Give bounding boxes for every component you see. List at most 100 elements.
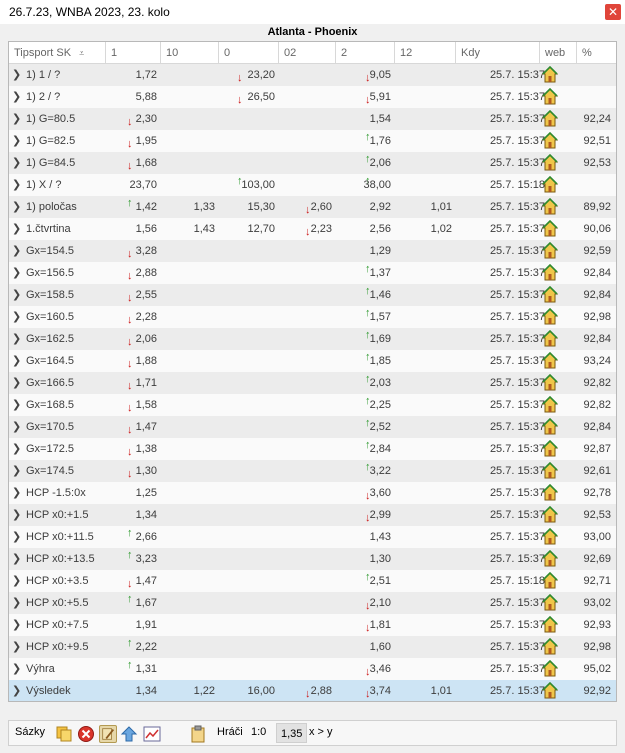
table-row[interactable]: ❯ 1) 2 / ? 5,88 ↓ 26,50 ↓ 5,91 25.7. 15:37 (9, 86, 616, 108)
expand-chevron-icon[interactable]: ❯ (12, 64, 22, 86)
odds-2[interactable]: 3,46 (370, 658, 391, 680)
home-web-icon[interactable] (541, 263, 559, 281)
expand-chevron-icon[interactable]: ❯ (12, 636, 22, 658)
odds-1[interactable]: 1,47 (136, 570, 157, 592)
expand-chevron-icon[interactable]: ❯ (12, 482, 22, 504)
home-web-icon[interactable] (541, 153, 559, 171)
odds-2[interactable]: 2,25 (370, 394, 391, 416)
table-row[interactable]: ❯ Gx=166.5 ↓ 1,71 ↑ 2,03 25.7. 15:37 92,82 (9, 372, 616, 394)
table-row[interactable]: ❯ Gx=172.5 ↓ 1,38 ↑ 2,84 25.7. 15:37 92,87 (9, 438, 616, 460)
column-header-12[interactable]: 12 (395, 42, 456, 64)
column-header-bookmaker[interactable]: Tipsport SK ⩡ (9, 42, 106, 64)
column-header-kdy[interactable]: Kdy (456, 42, 540, 64)
table-row[interactable]: ❯ 1) G=84.5 ↓ 1,68 ↑ 2,06 25.7. 15:37 92,53 (9, 152, 616, 174)
odds-12[interactable]: 1,02 (431, 218, 452, 240)
odds-1[interactable]: 1,42 (136, 196, 157, 218)
odds-2[interactable]: 2,92 (370, 196, 391, 218)
odds-2[interactable]: 1,54 (370, 108, 391, 130)
odds-0[interactable]: 12,70 (247, 218, 275, 240)
table-row[interactable]: ❯ 1) X / ? 23,70 ↑ 103,00 ↑ 38,00 25.7. 15:18 (9, 174, 616, 196)
odds-1[interactable]: 3,28 (136, 240, 157, 262)
table-row[interactable]: ❯ HCP x0:+5.5 ↑ 1,67 ↓ 2,10 25.7. 15:37 93,02 (9, 592, 616, 614)
expand-chevron-icon[interactable]: ❯ (12, 416, 22, 438)
home-web-icon[interactable] (541, 461, 559, 479)
odds-2[interactable]: 1,81 (370, 614, 391, 636)
home-web-icon[interactable] (541, 681, 559, 699)
table-row[interactable]: ❯ Výhra ↑ 1,31 ↓ 3,46 25.7. 15:37 95,02 (9, 658, 616, 680)
odds-1[interactable]: 3,23 (136, 548, 157, 570)
table-row[interactable]: ❯ Gx=154.5 ↓ 3,28 1,29 25.7. 15:37 92,59 (9, 240, 616, 262)
home-web-icon[interactable] (541, 241, 559, 259)
odds-0[interactable]: 103,00 (241, 174, 275, 196)
expand-chevron-icon[interactable]: ❯ (12, 284, 22, 306)
column-header-1[interactable]: 1 (106, 42, 161, 64)
expand-chevron-icon[interactable]: ❯ (12, 174, 22, 196)
up-arrow-icon[interactable] (120, 725, 138, 743)
odds-1[interactable]: 1,67 (136, 592, 157, 614)
odds-2[interactable]: 2,56 (370, 218, 391, 240)
odds-1[interactable]: 23,70 (129, 174, 157, 196)
table-row[interactable]: ❯ Gx=168.5 ↓ 1,58 ↑ 2,25 25.7. 15:37 92,82 (9, 394, 616, 416)
odds-2[interactable]: 2,03 (370, 372, 391, 394)
home-web-icon[interactable] (541, 417, 559, 435)
odds-1[interactable]: 2,06 (136, 328, 157, 350)
odds-12[interactable]: 1,01 (431, 680, 452, 701)
table-row[interactable]: ❯ Gx=158.5 ↓ 2,55 ↑ 1,46 25.7. 15:37 92,84 (9, 284, 616, 306)
odds-2[interactable]: 2,84 (370, 438, 391, 460)
table-row[interactable]: ❯ Gx=160.5 ↓ 2,28 ↑ 1,57 25.7. 15:37 92,98 (9, 306, 616, 328)
odds-1[interactable]: 1,25 (136, 482, 157, 504)
odds-2[interactable]: 1,46 (370, 284, 391, 306)
expand-chevron-icon[interactable]: ❯ (12, 680, 22, 701)
odds-1[interactable]: 1,95 (136, 130, 157, 152)
odds-2[interactable]: 3,22 (370, 460, 391, 482)
expand-chevron-icon[interactable]: ❯ (12, 196, 22, 218)
expand-chevron-icon[interactable]: ❯ (12, 262, 22, 284)
expand-chevron-icon[interactable]: ❯ (12, 614, 22, 636)
expand-chevron-icon[interactable]: ❯ (12, 526, 22, 548)
odds-2[interactable]: 1,69 (370, 328, 391, 350)
home-web-icon[interactable] (541, 505, 559, 523)
odds-field[interactable]: 1,35 (276, 723, 308, 743)
odds-2[interactable]: 1,57 (370, 306, 391, 328)
home-web-icon[interactable] (541, 549, 559, 567)
home-web-icon[interactable] (541, 65, 559, 83)
expand-chevron-icon[interactable]: ❯ (12, 306, 22, 328)
odds-1[interactable]: 1,30 (136, 460, 157, 482)
odds-12[interactable]: 1,01 (431, 196, 452, 218)
odds-02[interactable]: 2,88 (311, 680, 332, 701)
copy-icon[interactable] (55, 725, 73, 743)
odds-1[interactable]: 5,88 (136, 86, 157, 108)
odds-2[interactable]: 3,74 (370, 680, 391, 701)
home-web-icon[interactable] (541, 87, 559, 105)
odds-02[interactable]: 2,60 (311, 196, 332, 218)
home-web-icon[interactable] (541, 351, 559, 369)
table-row[interactable]: ❯ Výsledek 1,34 1,22 16,00 ↓ 2,88 ↓ 3,74 1,01 25.7… (9, 680, 616, 701)
column-header-02[interactable]: 02 (279, 42, 336, 64)
delete-icon[interactable] (77, 725, 95, 743)
home-web-icon[interactable] (541, 131, 559, 149)
table-row[interactable]: ❯ HCP x0:+3.5 ↓ 1,47 ↑ 2,51 25.7. 15:18 92,71 (9, 570, 616, 592)
odds-0[interactable]: 26,50 (247, 86, 275, 108)
expand-chevron-icon[interactable]: ❯ (12, 372, 22, 394)
table-row[interactable]: ❯ HCP x0:+7.5 1,91 ↓ 1,81 25.7. 15:37 92,93 (9, 614, 616, 636)
odds-1[interactable]: 1,58 (136, 394, 157, 416)
home-web-icon[interactable] (541, 197, 559, 215)
column-header-10[interactable]: 10 (161, 42, 219, 64)
odds-10[interactable]: 1,33 (194, 196, 215, 218)
odds-1[interactable]: 2,88 (136, 262, 157, 284)
table-row[interactable]: ❯ Gx=156.5 ↓ 2,88 ↑ 1,37 25.7. 15:37 92,84 (9, 262, 616, 284)
expand-chevron-icon[interactable]: ❯ (12, 240, 22, 262)
home-web-icon[interactable] (541, 109, 559, 127)
odds-2[interactable]: 5,91 (370, 86, 391, 108)
home-web-icon[interactable] (541, 329, 559, 347)
odds-2[interactable]: 2,06 (370, 152, 391, 174)
odds-1[interactable]: 2,28 (136, 306, 157, 328)
odds-10[interactable]: 1,43 (194, 218, 215, 240)
close-button[interactable]: ✕ (605, 4, 621, 20)
table-row[interactable]: ❯ HCP x0:+13.5 ↑ 3,23 1,30 25.7. 15:37 92,69 (9, 548, 616, 570)
expand-chevron-icon[interactable]: ❯ (12, 504, 22, 526)
odds-2[interactable]: 1,37 (370, 262, 391, 284)
expand-chevron-icon[interactable]: ❯ (12, 658, 22, 680)
odds-1[interactable]: 1,72 (136, 64, 157, 86)
odds-1[interactable]: 1,47 (136, 416, 157, 438)
